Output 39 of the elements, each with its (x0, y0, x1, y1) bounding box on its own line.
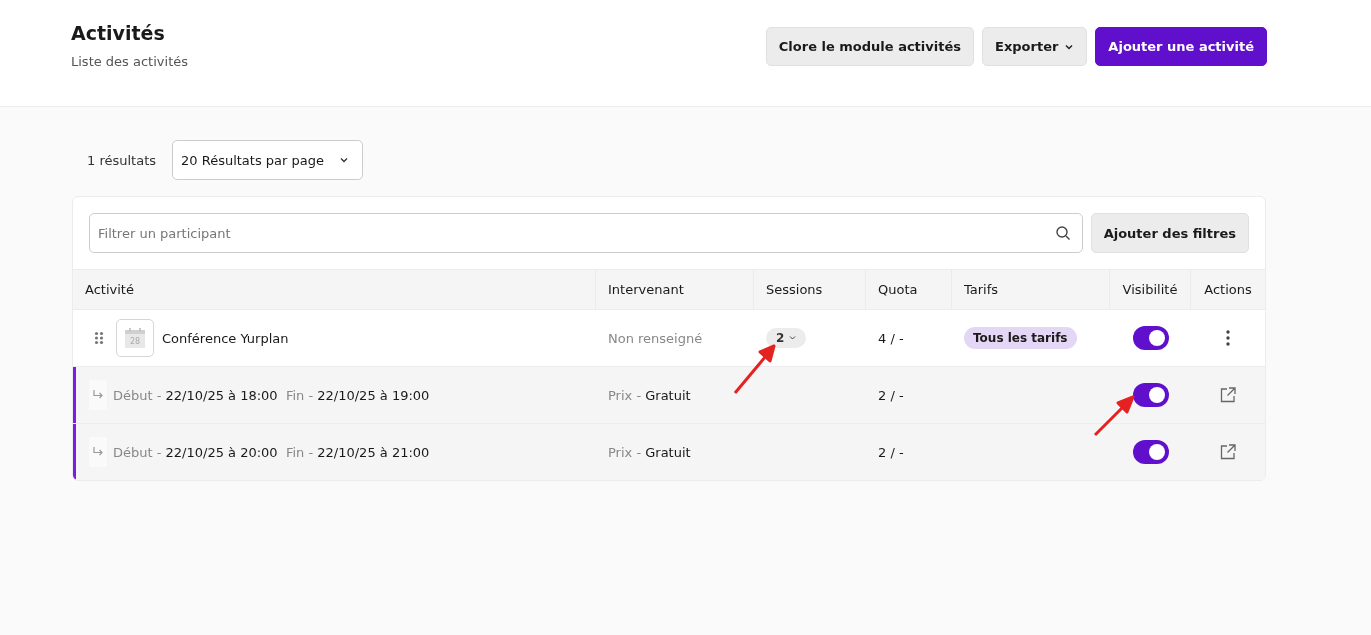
speaker-text: Non renseigné (608, 330, 703, 346)
session-dates: Début - 22/10/25 à 20:00 Fin - 22/10/25 à 21:00 (113, 444, 430, 460)
more-options-icon[interactable] (1226, 330, 1230, 346)
chevron-down-icon (789, 335, 797, 341)
column-header: Actions (1203, 281, 1253, 299)
price-text: Prix - Gratuit (608, 444, 691, 460)
price-text: Prix - Gratuit (608, 387, 691, 403)
quota-text: 4 / - (878, 330, 904, 346)
column-header: Sessions (754, 270, 866, 309)
page-subtitle: Liste des activités (71, 54, 188, 69)
add-filters-button[interactable]: Ajouter des filtres (1090, 213, 1249, 253)
close-module-button[interactable]: Clore le module activités (765, 27, 974, 66)
column-header: Quota (866, 270, 952, 309)
external-link-icon[interactable] (1220, 444, 1236, 460)
pricing-tag: Tous les tarifs (964, 327, 1077, 349)
add-button[interactable]: Ajouter une activité (1095, 27, 1267, 66)
per-page-select[interactable]: 20 Résultats par page (172, 140, 363, 180)
annotation-arrow (733, 344, 776, 394)
visibility-toggle[interactable] (1132, 440, 1169, 464)
visibility-toggle[interactable] (1132, 326, 1169, 350)
page-title: Activités (71, 22, 166, 44)
external-link-icon[interactable] (1220, 387, 1236, 403)
session-dates: Début - 22/10/25 à 18:00 Fin - 22/10/25 à 19:00 (113, 387, 430, 403)
column-header: Intervenant (596, 270, 754, 309)
export-dropdown[interactable]: Exporter (982, 27, 1088, 66)
activity-name: Conférence Yurplan (162, 330, 289, 346)
quota-text: 2 / - (878, 387, 904, 403)
annotation-arrow (1093, 395, 1135, 437)
search-icon (1054, 225, 1071, 241)
visibility-toggle[interactable] (1132, 383, 1169, 407)
quota-text: 2 / - (878, 444, 904, 460)
column-header: Visibilité (1110, 270, 1191, 309)
sessions-dropdown[interactable]: 2 (766, 328, 807, 348)
search-field[interactable]: Filtrer un participant (89, 213, 1083, 253)
calendar-icon: 28 (116, 319, 154, 357)
results-count: 1 résultats (87, 152, 157, 168)
column-header: Activité (73, 270, 596, 309)
drag-handle-icon[interactable] (94, 331, 104, 345)
column-header: Tarifs (952, 270, 1110, 309)
